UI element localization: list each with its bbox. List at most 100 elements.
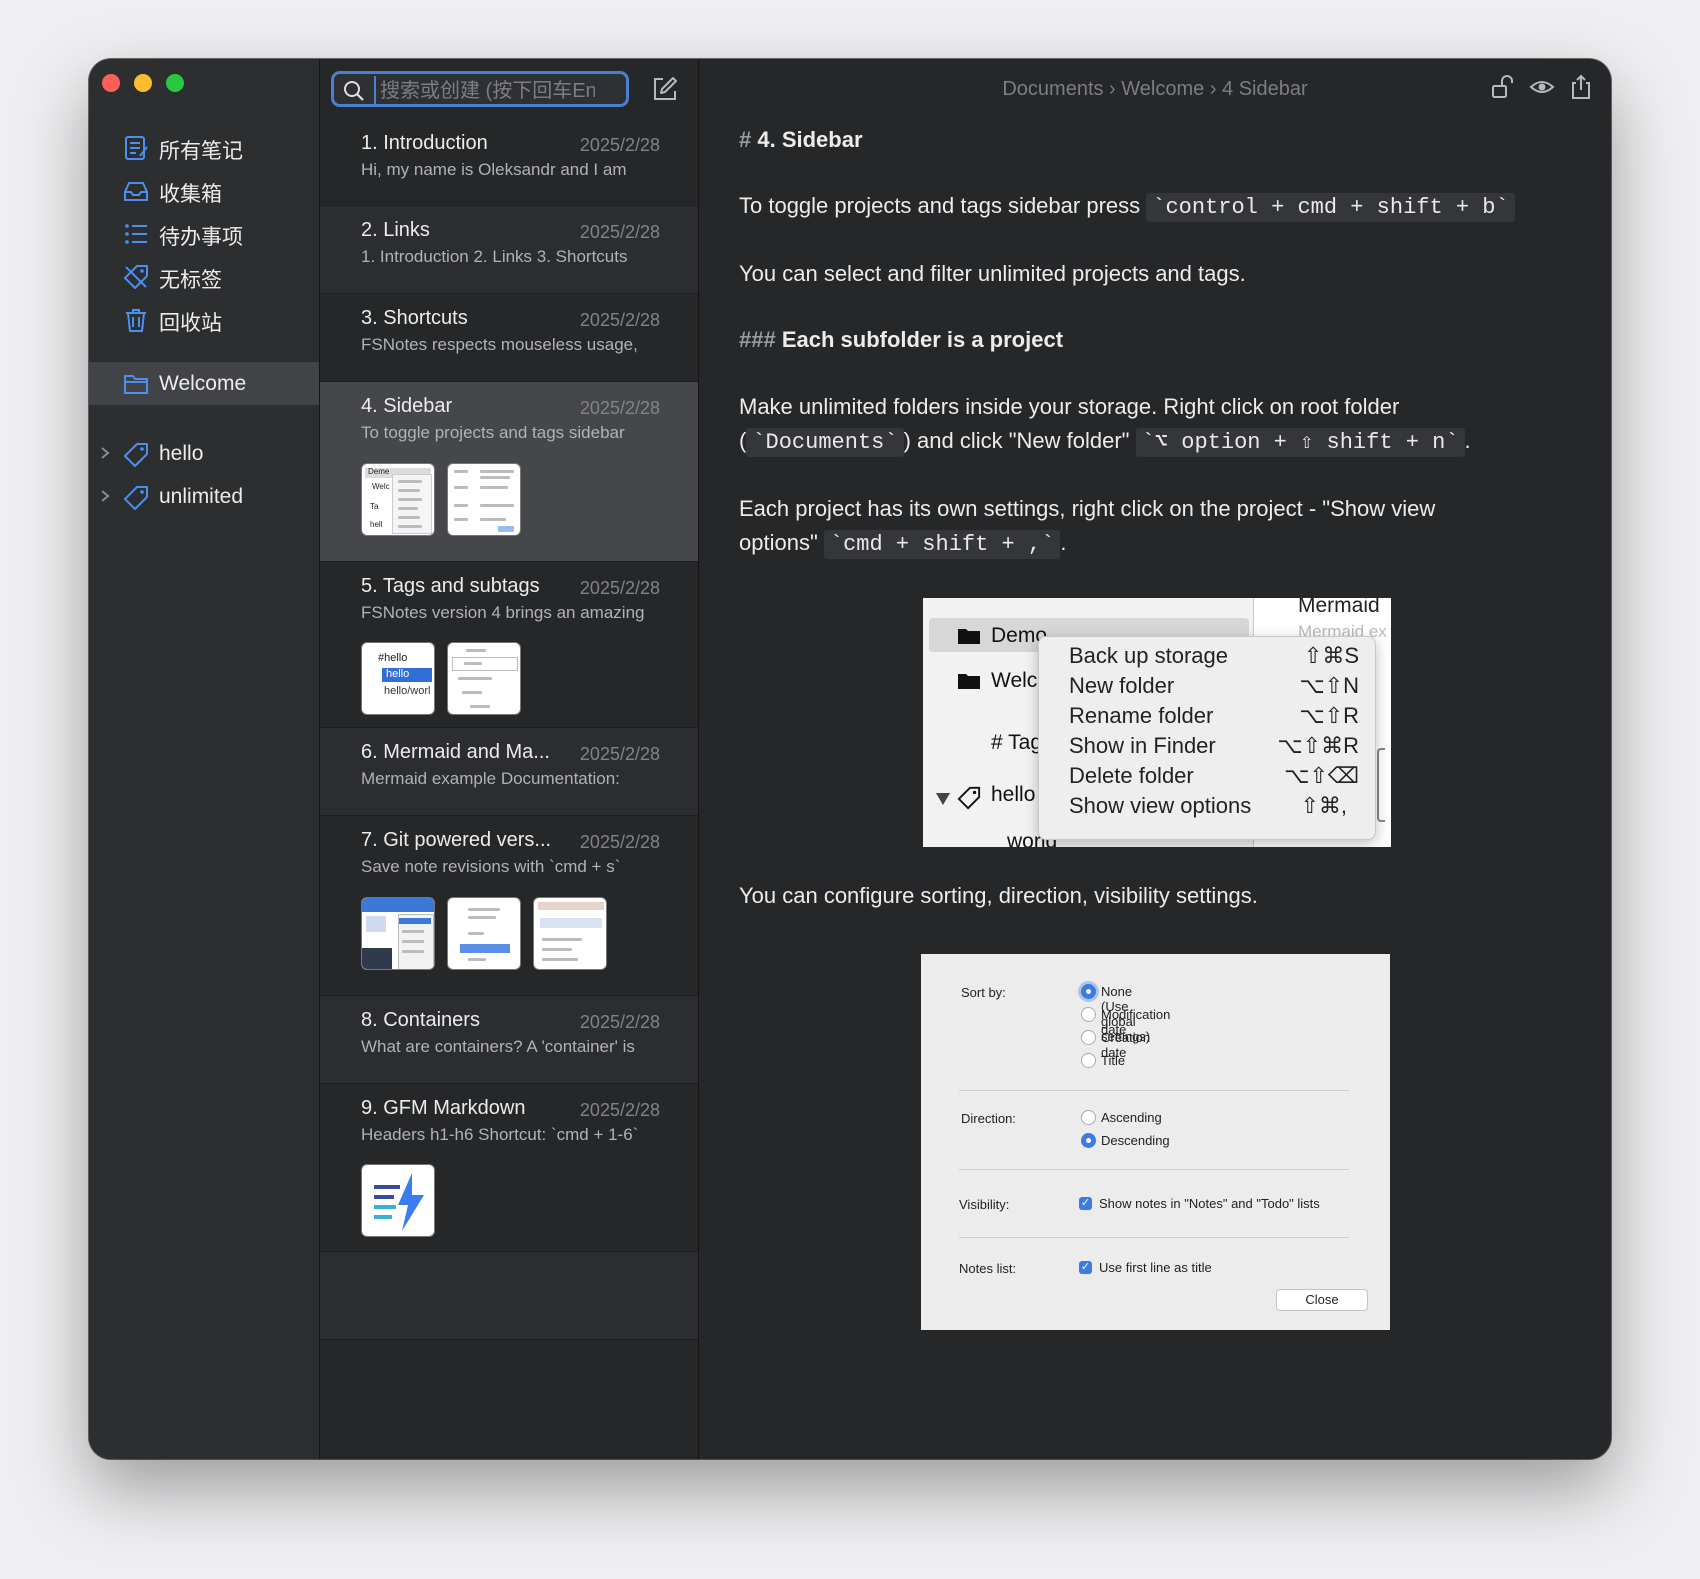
thumb-line — [464, 662, 482, 665]
note-item[interactable]: 1. Introduction 2025/2/28 Hi, my name is… — [320, 119, 698, 206]
lock-icon[interactable] — [1490, 74, 1516, 100]
sidebar-item-welcome[interactable]: Welcome — [89, 362, 319, 405]
close-window-button[interactable] — [102, 74, 120, 92]
checkbox-checked: ✓ — [1079, 1197, 1092, 1210]
tag-icon — [957, 786, 981, 810]
thumb-line — [398, 498, 422, 501]
sidebar-item-untagged[interactable]: 无标签 — [89, 256, 319, 296]
note-preview: Headers h1-h6 Shortcut: `cmd + 1-6` — [361, 1125, 639, 1144]
sidebar-item-label: 回收站 — [159, 312, 222, 335]
note-item[interactable]: 3. Shortcuts 2025/2/28 FSNotes respects … — [320, 294, 698, 382]
radio-unselected — [1081, 1007, 1096, 1022]
note-item[interactable]: 8. Containers 2025/2/28 What are contain… — [320, 996, 698, 1084]
note-date: 2025/2/28 — [579, 310, 660, 330]
note-item[interactable]: 6. Mermaid and Ma... 2025/2/28 Mermaid e… — [320, 728, 698, 816]
minimize-window-button[interactable] — [134, 74, 152, 92]
note-preview: To toggle projects and tags sidebar — [361, 423, 625, 442]
checkbox-label: Use first line as title — [1099, 1260, 1212, 1275]
heading-1: # 4. Sidebar — [739, 123, 863, 157]
new-note-icon[interactable] — [651, 75, 679, 103]
menu-item-label: Show view options — [1069, 793, 1252, 818]
menu-item-label: Rename folder — [1069, 703, 1214, 728]
note-thumbnails — [361, 897, 607, 970]
thumb-line — [480, 470, 514, 473]
note-date: 2025/2/28 — [579, 832, 660, 852]
note-date: 2025/2/28 — [579, 398, 660, 418]
sidebar-item-all-notes[interactable]: 所有笔记 — [89, 127, 319, 167]
folder-icon — [958, 674, 980, 689]
mini-sidebar-item: Welc — [991, 669, 1038, 692]
thumb-row — [399, 918, 431, 924]
note-preview: Mermaid example Documentation: — [361, 769, 620, 788]
note-thumbnails: Deme Welc Ta hell — [361, 463, 521, 536]
note-item[interactable]: 7. Git powered vers... 2025/2/28 Save no… — [320, 816, 698, 996]
thumb-line — [454, 518, 468, 521]
chevron-right-icon[interactable] — [98, 445, 112, 461]
note-title: 2. Links — [361, 219, 430, 241]
sidebar-item-inbox[interactable]: 收集箱 — [89, 170, 319, 210]
paragraph-text: options" — [739, 530, 818, 555]
note-item[interactable]: 5. Tags and subtags 2025/2/28 FSNotes ve… — [320, 562, 698, 728]
inline-code: `⌥ option + ⇧ shift + n` — [1135, 428, 1465, 457]
menu-item-shortcut: ⌥⇧⌫ — [1284, 763, 1359, 788]
thumb-text: hell — [370, 520, 383, 529]
empty-row — [320, 1252, 698, 1340]
radio-label: Descending — [1101, 1133, 1170, 1148]
note-date: 2025/2/28 — [579, 1100, 660, 1120]
sidebar-item-trash[interactable]: 回收站 — [89, 299, 319, 339]
sidebar-item-label: 待办事项 — [159, 226, 243, 249]
eye-icon[interactable] — [1529, 74, 1555, 100]
thumb-text: hello — [382, 668, 432, 682]
paragraph-text: . — [1060, 530, 1067, 555]
search-field[interactable] — [331, 71, 629, 107]
thumb-text: Ta — [370, 502, 379, 511]
search-input[interactable] — [374, 76, 597, 106]
divider — [959, 1237, 1349, 1238]
menu-item-shortcut: ⇧⌘, — [1300, 793, 1347, 818]
context-menu-item: Show in Finder ⌥⇧⌘R — [1069, 733, 1359, 759]
editor-pane[interactable]: Documents › Welcome › 4 Sidebar # 4. Sid… — [699, 59, 1611, 1459]
thumb-text: #hello — [378, 652, 408, 664]
paragraph-text: To toggle projects and tags sidebar pres… — [739, 193, 1141, 218]
share-icon[interactable] — [1568, 74, 1594, 100]
thumb-line — [468, 916, 496, 919]
todo-list-icon — [125, 224, 147, 244]
note-title: 4. Sidebar — [361, 395, 453, 417]
thumb-line — [454, 504, 468, 507]
app-window: 所有笔记 收集箱 待办事项 无标签 回收站 Welcome hello unli… — [89, 59, 1611, 1459]
thumb-line — [458, 677, 492, 680]
chevron-right-icon[interactable] — [98, 488, 112, 504]
sidebar-item-todo[interactable]: 待办事项 — [89, 213, 319, 253]
thumb-row — [362, 898, 434, 912]
radio-unselected — [1081, 1110, 1096, 1125]
sidebar-item-tag-hello[interactable]: hello — [89, 434, 319, 474]
note-date: 2025/2/28 — [579, 1012, 660, 1032]
note-item-selected[interactable]: 4. Sidebar 2025/2/28 To toggle projects … — [320, 382, 698, 562]
thumb-text: Deme — [368, 467, 390, 476]
sidebar-item-label: hello — [159, 442, 204, 465]
tag-icon — [124, 443, 148, 467]
paragraph-text: . — [1464, 428, 1471, 453]
thumb-line — [480, 486, 508, 489]
zoom-window-button[interactable] — [166, 74, 184, 92]
thumb-line — [398, 480, 422, 483]
note-thumbnails — [361, 1164, 435, 1237]
heading-hash: ### — [739, 327, 776, 352]
note-preview: Save note revisions with `cmd + s` — [361, 857, 621, 876]
sidebar-item-tag-unlimited[interactable]: unlimited — [89, 477, 319, 517]
note-item[interactable]: 2. Links 2025/2/28 1. Introduction 2. Li… — [320, 206, 698, 294]
menu-item-label: Delete folder — [1069, 763, 1194, 788]
note-date: 2025/2/28 — [579, 744, 660, 764]
thumb-text: Welc — [372, 482, 390, 491]
note-thumbnail — [447, 463, 521, 536]
sidebar: 所有笔记 收集箱 待办事项 无标签 回收站 Welcome hello unli… — [89, 59, 320, 1459]
menu-item-shortcut: ⌥⇧R — [1299, 703, 1359, 728]
dialog-label: Direction: — [961, 1111, 1016, 1126]
note-item[interactable]: 9. GFM Markdown 2025/2/28 Headers h1-h6 … — [320, 1084, 698, 1252]
thumb-line — [462, 691, 482, 694]
radio-unselected — [1081, 1030, 1096, 1045]
thumb-row — [366, 916, 386, 932]
thumb-row — [362, 948, 392, 969]
thumb-line — [468, 932, 484, 935]
note-thumbnail — [447, 642, 521, 715]
